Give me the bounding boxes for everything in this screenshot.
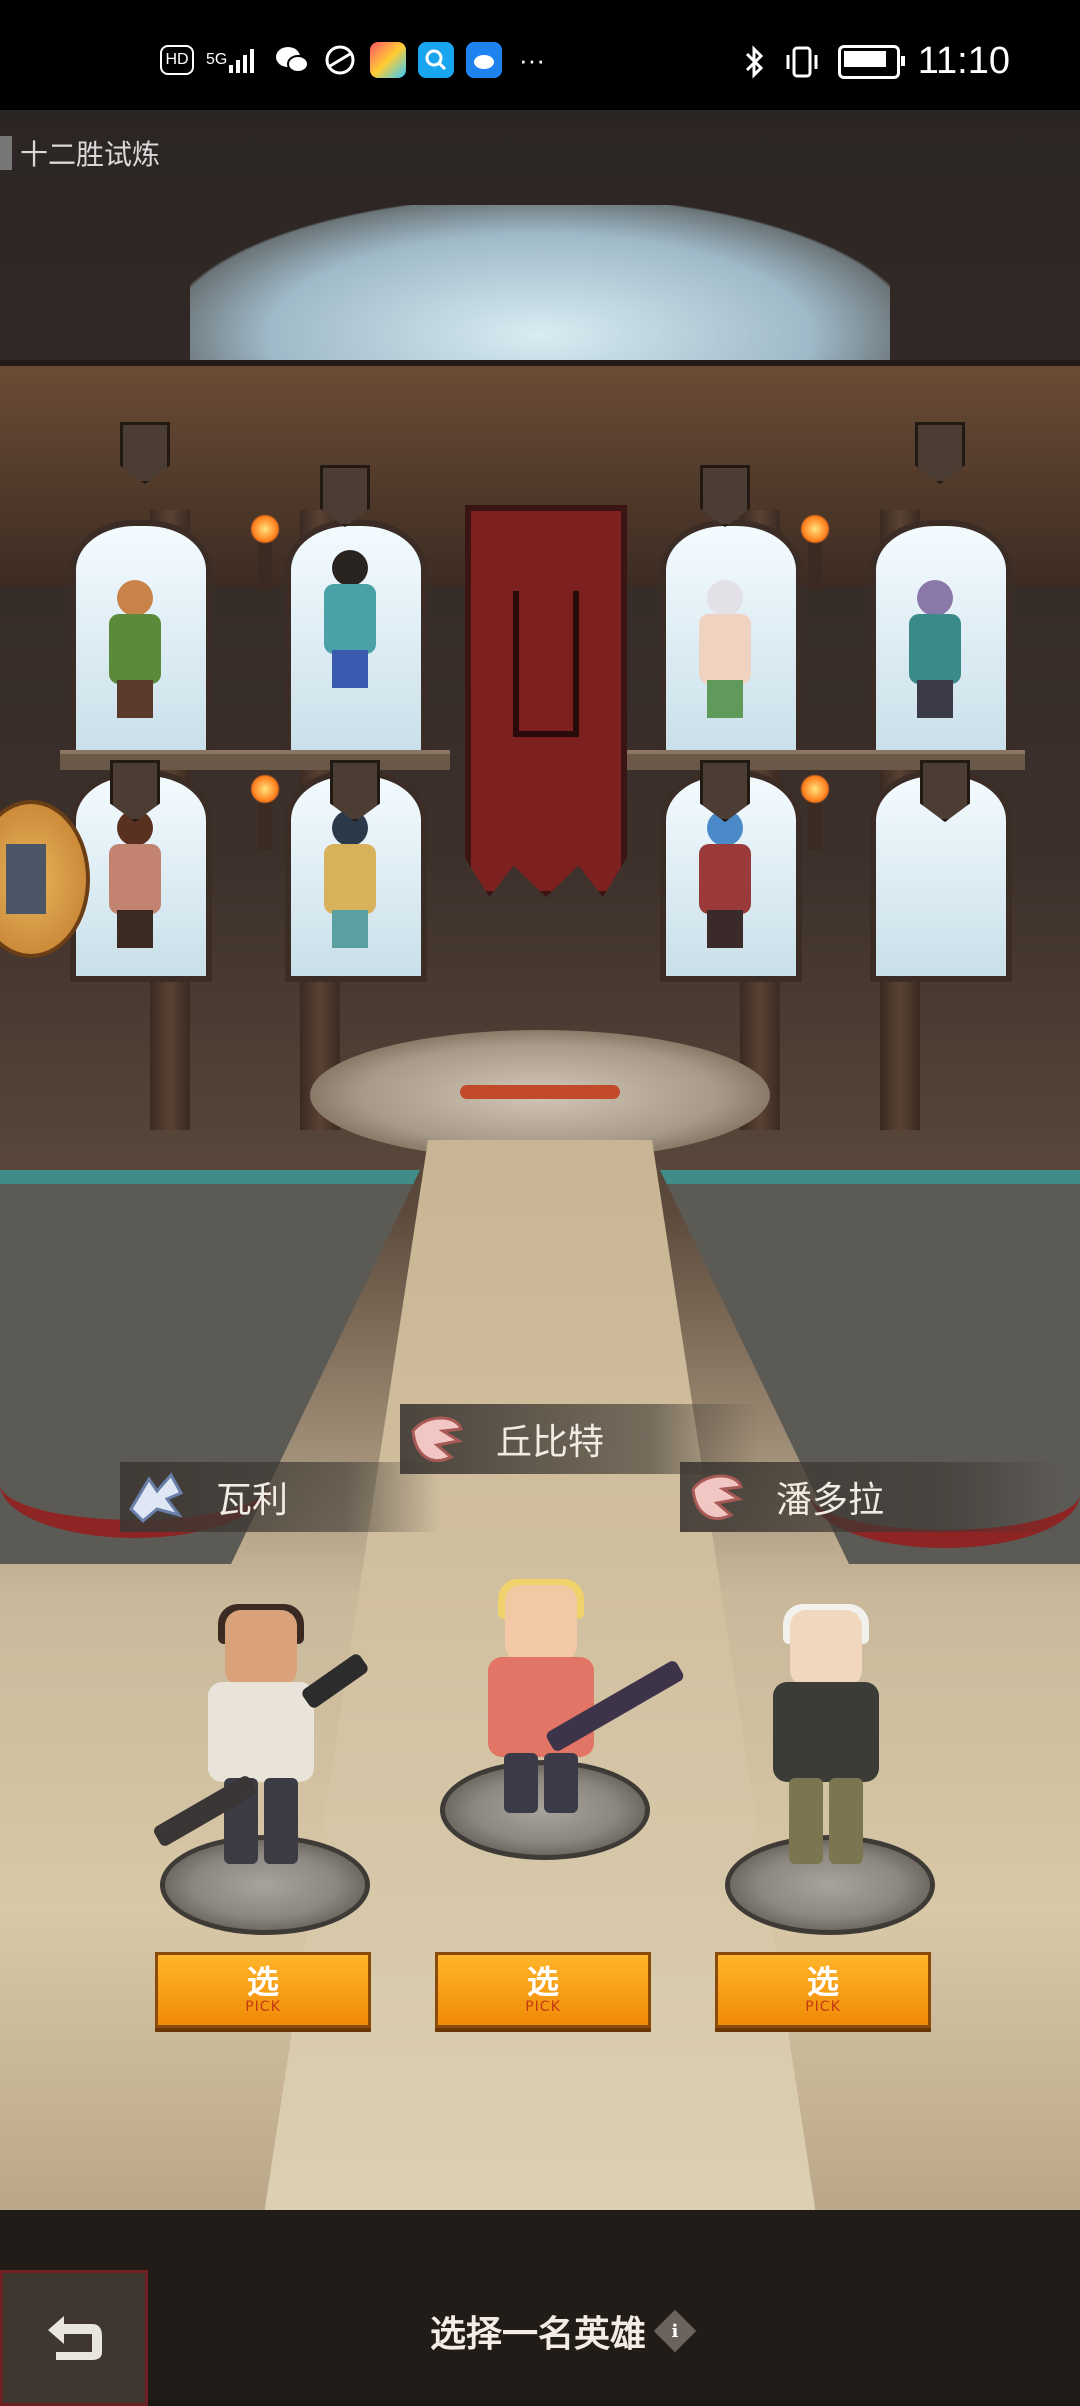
title-marker — [0, 136, 12, 170]
pick-button-label: 选 — [526, 1963, 559, 2001]
hero-pandora[interactable] — [745, 1604, 905, 1870]
back-arrow-icon — [48, 2316, 102, 2360]
status-left-icons: HD 5G ··· — [160, 42, 550, 78]
browser-icon — [322, 42, 358, 78]
pick-button-cupid[interactable]: 选 PICK — [435, 1952, 651, 2028]
banner-sigil-icon — [513, 591, 579, 737]
pick-button-pandora[interactable]: 选 PICK — [715, 1952, 931, 2028]
bluetooth-icon — [745, 44, 763, 79]
mode-title: 十二胜试炼 — [0, 128, 160, 178]
bird-emblem-icon — [686, 1466, 748, 1528]
info-icon[interactable]: i — [653, 2309, 697, 2353]
hero-name-plate: 潘多拉 — [680, 1462, 1060, 1532]
hero-statue — [95, 810, 175, 950]
info-symbol: i — [671, 2320, 679, 2342]
hero-wali[interactable] — [151, 1604, 370, 1870]
prompt-text: 选择一名英雄 — [430, 2313, 647, 2355]
torch-icon — [250, 514, 280, 590]
hero-statue — [685, 810, 765, 950]
app-icon — [370, 42, 406, 78]
status-bar: HD 5G ··· 11:10 — [0, 0, 1080, 110]
signal-5g-label: 5G — [206, 51, 228, 68]
platform-rune — [460, 1085, 620, 1099]
back-button[interactable] — [0, 2270, 148, 2406]
pick-button-wali[interactable]: 选 PICK — [155, 1952, 371, 2028]
vibrate-icon — [786, 46, 818, 77]
select-hero-prompt: 选择一名英雄 i — [430, 2305, 697, 2357]
hero-statue — [685, 580, 765, 720]
book-icon — [6, 844, 46, 914]
pick-button-sublabel: PICK — [245, 1999, 281, 2015]
hero-statue — [895, 580, 975, 720]
signal-5g-icon: 5G — [206, 42, 262, 78]
hero-name: 潘多拉 — [776, 1480, 885, 1521]
hero-name: 丘比特 — [496, 1422, 605, 1463]
torch-icon — [800, 774, 830, 850]
guild-banner — [465, 505, 627, 897]
wechat-icon — [274, 42, 310, 78]
pick-button-label: 选 — [806, 1963, 839, 2001]
hero-name: 瓦利 — [216, 1480, 289, 1521]
hero-statue — [310, 810, 390, 950]
hero-name-plate: 瓦利 — [120, 1462, 440, 1532]
bird-emblem-icon — [406, 1408, 468, 1470]
more-icon: ··· — [519, 44, 545, 75]
pick-button-sublabel: PICK — [805, 1999, 841, 2015]
bottom-bar: 选择一名英雄 i — [0, 2210, 1080, 2406]
pick-button-label: 选 — [246, 1963, 279, 2001]
hero-cupid[interactable] — [460, 1579, 686, 1845]
pick-button-sublabel: PICK — [525, 1999, 561, 2015]
weibo-icon — [466, 42, 502, 78]
status-right: 11:10 — [744, 40, 1010, 83]
qq-icon — [418, 42, 454, 78]
torch-icon — [800, 514, 830, 590]
status-time: 11:10 — [917, 40, 1010, 82]
battery-icon — [837, 44, 905, 79]
wolf-emblem-icon — [126, 1466, 188, 1528]
mode-title-text: 十二胜试炼 — [20, 138, 161, 171]
hero-statue — [95, 580, 175, 720]
signal-bars-icon — [229, 49, 255, 73]
torch-icon — [250, 774, 280, 850]
hd-icon: HD — [160, 45, 194, 75]
hero-statue — [310, 550, 390, 690]
